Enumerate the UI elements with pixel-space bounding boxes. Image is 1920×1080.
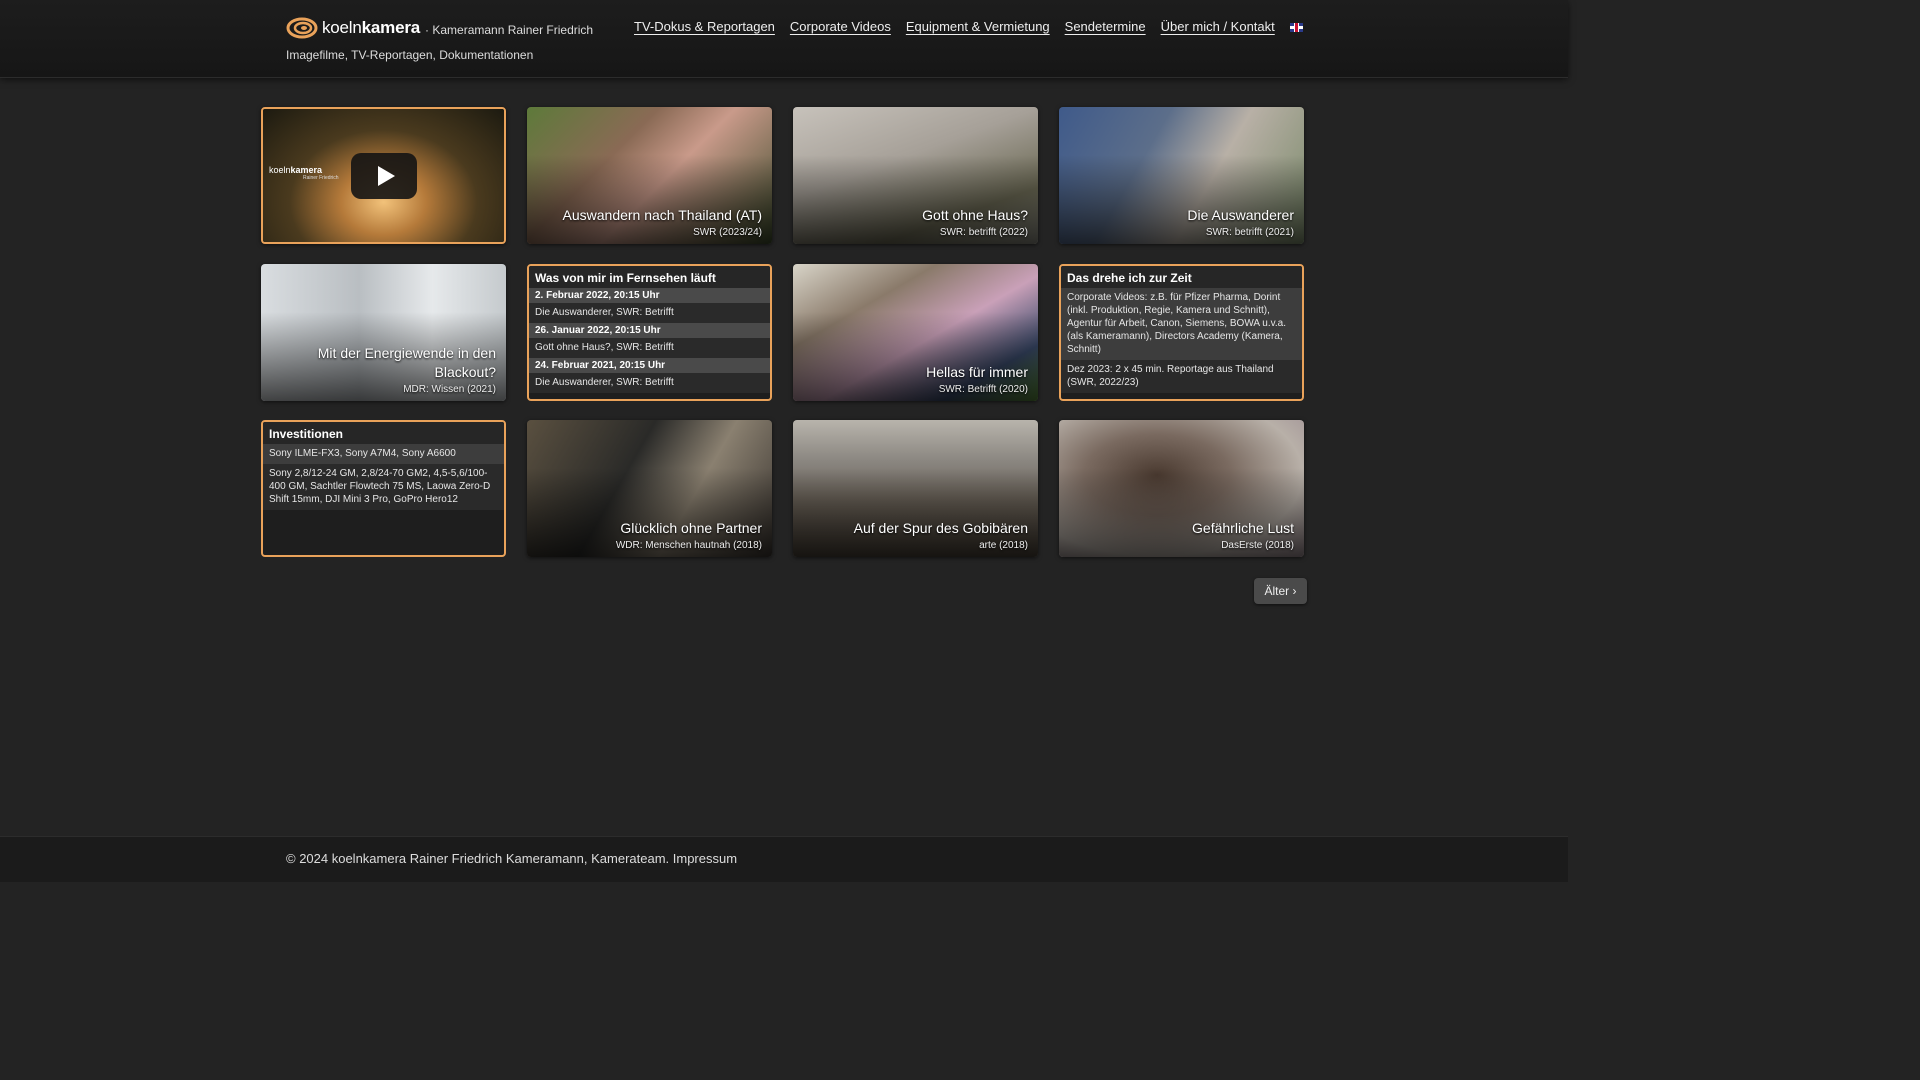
- video-subtitle: WDR: Menschen hautnah (2018): [615, 540, 762, 551]
- current-work-item: Dez 2023: 2 x 45 min. Reportage aus Thai…: [1061, 360, 1302, 393]
- main-nav: TV-Dokus & Reportagen Corporate Videos E…: [634, 19, 1303, 34]
- video-tile[interactable]: Auf der Spur des Gobibären arte (2018): [793, 420, 1038, 557]
- video-subtitle: SWR: betrifft (2022): [939, 227, 1028, 238]
- video-subtitle: DasErste (2018): [1221, 540, 1294, 551]
- investments-item: Sony ILME-FX3, Sony A7M4, Sony A6600: [263, 444, 504, 464]
- play-icon[interactable]: [351, 153, 417, 199]
- footer-text: © 2024 koelnkamera Rainer Friedrich Kame…: [286, 851, 738, 866]
- video-title: Gott ohne Haus?: [922, 207, 1028, 223]
- video-tile[interactable]: Die Auswanderer SWR: betrifft (2021): [1059, 107, 1304, 244]
- investments-heading: Investitionen: [263, 422, 504, 444]
- nav-equipment[interactable]: Equipment & Vermietung: [906, 19, 1050, 34]
- intro-video-logo: koelnkamera Rainer Friedrich: [269, 165, 339, 181]
- video-title: Hellas für immer: [926, 364, 1028, 380]
- video-subtitle: SWR: Betrifft (2020): [938, 384, 1028, 395]
- video-caption: Mit der Energiewende in den Blackout? MD…: [276, 344, 496, 395]
- current-work-box: Das drehe ich zur Zeit Corporate Videos:…: [1059, 264, 1304, 401]
- logo-spiral-icon: [286, 17, 318, 39]
- video-subtitle: SWR (2023/24): [693, 227, 762, 238]
- video-subtitle: MDR: Wissen (2021): [403, 384, 496, 395]
- site-subtitle: · Kameramann Rainer Friedrich: [425, 23, 594, 37]
- video-title: Auf der Spur des Gobibären: [853, 520, 1028, 536]
- tv-schedule-heading: Was von mir im Fernsehen läuft: [529, 266, 770, 288]
- video-caption: Hellas für immer SWR: Betrifft (2020): [808, 363, 1028, 395]
- site-header: koeln kamera · Kameramann Rainer Friedric…: [0, 0, 1568, 78]
- current-work-item: Corporate Videos: z.B. für Pfizer Pharma…: [1061, 288, 1302, 360]
- video-subtitle: SWR: betrifft (2021): [1205, 227, 1294, 238]
- video-tile[interactable]: Hellas für immer SWR: Betrifft (2020): [793, 264, 1038, 401]
- video-tile[interactable]: Mit der Energiewende in den Blackout? MD…: [261, 264, 506, 401]
- video-caption: Auswandern nach Thailand (AT) SWR (2023/…: [542, 206, 762, 238]
- video-caption: Gefährliche Lust DasErste (2018): [1074, 519, 1294, 551]
- tv-schedule-date: 26. Januar 2022, 20:15 Uhr: [529, 323, 770, 338]
- investments-item: Sony 2,8/12-24 GM, 2,8/24-70 GM2, 4,5-5,…: [263, 464, 504, 510]
- tv-schedule-date: 2. Februar 2022, 20:15 Uhr: [529, 288, 770, 303]
- video-title: Glücklich ohne Partner: [620, 520, 762, 536]
- video-title: Auswandern nach Thailand (AT): [562, 207, 762, 223]
- tv-schedule-entry[interactable]: Gott ohne Haus?, SWR: Betrifft: [529, 338, 770, 358]
- nav-corporate-videos[interactable]: Corporate Videos: [790, 19, 891, 34]
- video-tile[interactable]: Glücklich ohne Partner WDR: Menschen hau…: [527, 420, 772, 557]
- video-tile[interactable]: Gott ohne Haus? SWR: betrifft (2022): [793, 107, 1038, 244]
- intro-video-tile[interactable]: koelnkamera Rainer Friedrich: [261, 107, 506, 244]
- video-tile[interactable]: Auswandern nach Thailand (AT) SWR (2023/…: [527, 107, 772, 244]
- video-subtitle: arte (2018): [979, 540, 1028, 551]
- investments-box: Investitionen Sony ILME-FX3, Sony A7M4, …: [261, 420, 506, 557]
- nav-ueber-mich[interactable]: Über mich / Kontakt: [1161, 19, 1275, 34]
- tv-schedule-entry[interactable]: Die Auswanderer, SWR: Betrifft: [529, 303, 770, 323]
- logo-text-bold: kamera: [361, 18, 421, 37]
- video-tile[interactable]: Gefährliche Lust DasErste (2018): [1059, 420, 1304, 557]
- brand[interactable]: koeln kamera · Kameramann Rainer Friedric…: [286, 16, 593, 62]
- video-caption: Auf der Spur des Gobibären arte (2018): [808, 519, 1028, 551]
- older-posts-button[interactable]: Älter ›: [1254, 578, 1307, 604]
- site-tagline: Imagefilme, TV-Reportagen, Dokumentation…: [286, 48, 534, 62]
- video-title: Mit der Energiewende in den Blackout?: [317, 345, 496, 380]
- nav-sendetermine[interactable]: Sendetermine: [1065, 19, 1146, 34]
- tv-schedule-box: Was von mir im Fernsehen läuft 2. Februa…: [527, 264, 772, 401]
- video-title: Gefährliche Lust: [1192, 520, 1294, 536]
- current-work-heading: Das drehe ich zur Zeit: [1061, 266, 1302, 288]
- tv-schedule-entry[interactable]: Die Auswanderer, SWR: Betrifft: [529, 373, 770, 393]
- video-title: Die Auswanderer: [1187, 207, 1294, 223]
- logo-text-light: koeln: [322, 18, 362, 37]
- video-caption: Gott ohne Haus? SWR: betrifft (2022): [808, 206, 1028, 238]
- tv-schedule-date: 24. Februar 2021, 20:15 Uhr: [529, 358, 770, 373]
- video-caption: Die Auswanderer SWR: betrifft (2021): [1074, 206, 1294, 238]
- video-caption: Glücklich ohne Partner WDR: Menschen hau…: [542, 519, 762, 551]
- uk-flag-icon[interactable]: [1289, 23, 1303, 32]
- nav-tv-dokus[interactable]: TV-Dokus & Reportagen: [634, 19, 775, 34]
- site-footer: © 2024 koelnkamera Rainer Friedrich Kame…: [0, 836, 1568, 882]
